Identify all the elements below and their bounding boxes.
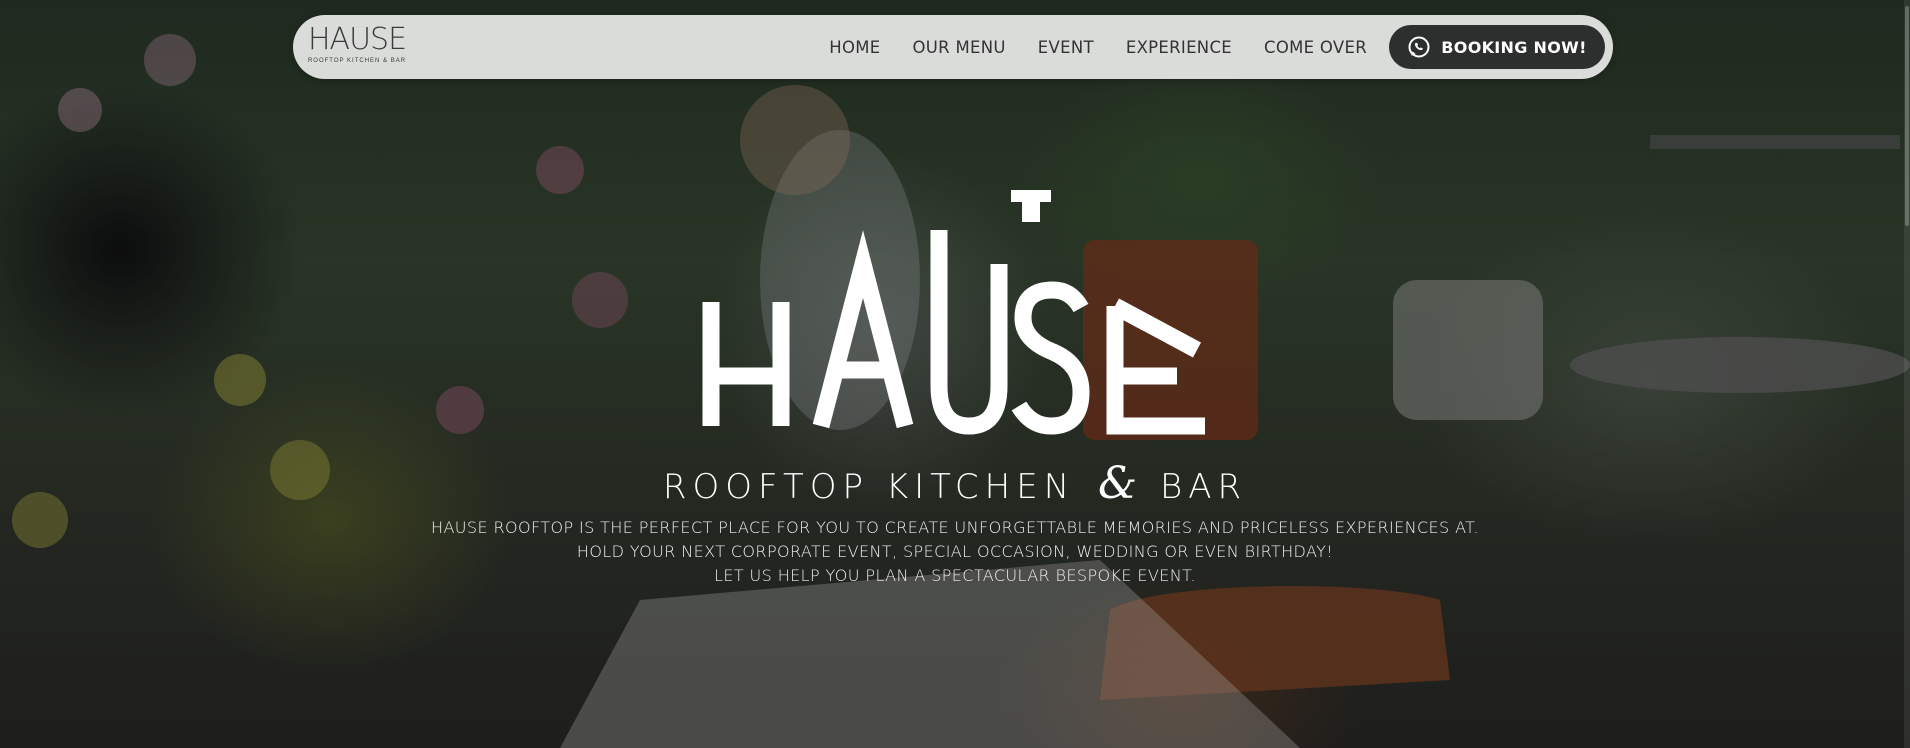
page-scrollbar[interactable] bbox=[1904, 0, 1910, 748]
hero-logo-letters bbox=[702, 230, 1205, 435]
top-navbar: HAUSE ROOFTOP KITCHEN & BAR HOME OUR MEN… bbox=[293, 15, 1613, 79]
nav-link-experience[interactable]: EXPERIENCE bbox=[1126, 38, 1232, 57]
nav-links: HOME OUR MENU EVENT EXPERIENCE COME OVER bbox=[829, 15, 1367, 79]
nav-link-home[interactable]: HOME bbox=[829, 38, 880, 57]
nav-logo-tagline: ROOFTOP KITCHEN & BAR bbox=[307, 58, 407, 64]
hero-description-line: LET US HELP YOU PLAN A SPECTACULAR BESPO… bbox=[714, 566, 1196, 585]
hero-logo-apostrophe-top bbox=[1011, 190, 1051, 202]
nav-link-our-menu[interactable]: OUR MENU bbox=[913, 38, 1006, 57]
hero-description-line: HAUSE ROOFTOP IS THE PERFECT PLACE FOR Y… bbox=[431, 518, 1479, 537]
nav-link-event[interactable]: EVENT bbox=[1038, 38, 1094, 57]
nav-link-come-over[interactable]: COME OVER bbox=[1264, 38, 1367, 57]
hero-tagline-prefix: ROOFTOP KITCHEN bbox=[662, 467, 1076, 507]
nav-logo-wordmark: HAUSE bbox=[307, 22, 407, 57]
hero-tagline-ampersand: & bbox=[1097, 458, 1138, 509]
hero-description: HAUSE ROOFTOP IS THE PERFECT PLACE FOR Y… bbox=[0, 516, 1910, 588]
whatsapp-icon bbox=[1408, 36, 1430, 58]
scrollbar-thumb[interactable] bbox=[1905, 6, 1909, 226]
booking-button[interactable]: BOOKING NOW! bbox=[1389, 25, 1605, 69]
hero-tagline-suffix: BAR bbox=[1159, 467, 1248, 507]
booking-button-label: BOOKING NOW! bbox=[1441, 37, 1587, 57]
nav-logo[interactable]: HAUSE ROOFTOP KITCHEN & BAR bbox=[308, 23, 407, 71]
hero-description-line: HOLD YOUR NEXT CORPORATE EVENT, SPECIAL … bbox=[576, 542, 1334, 561]
hero-logo-wordmark bbox=[702, 190, 1205, 435]
hero-tagline: ROOFTOP KITCHEN & BAR bbox=[0, 458, 1910, 509]
